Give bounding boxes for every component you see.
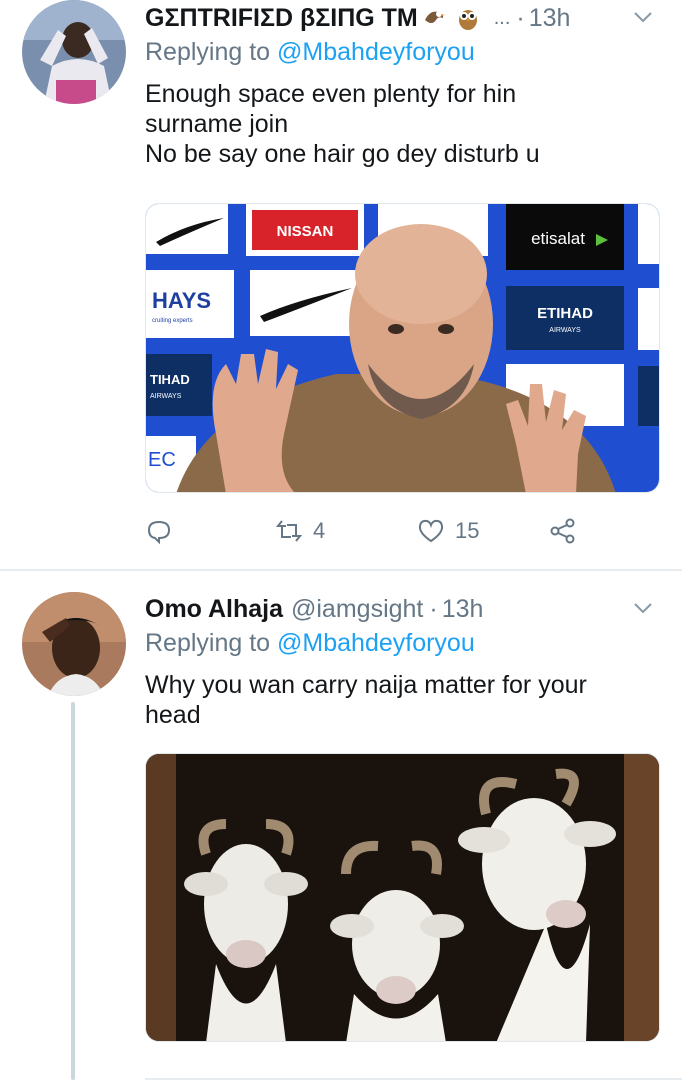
retweet-icon	[275, 520, 303, 542]
chevron-down-icon[interactable]	[632, 6, 654, 28]
svg-text:AIRWAYS: AIRWAYS	[549, 327, 581, 334]
retweet-button[interactable]: 4	[275, 513, 325, 549]
svg-text:EC: EC	[148, 449, 176, 471]
svg-text:HAYS: HAYS	[152, 288, 211, 313]
replying-to: Replying to @Mbahdeyforyou	[145, 627, 660, 659]
timestamp[interactable]: 13h	[442, 595, 484, 624]
timestamp[interactable]: 13h	[529, 4, 571, 33]
tweet-header: GΣΠTRIFIΣD βΣIΠG TM ... · 13h	[145, 0, 660, 36]
like-count: 15	[455, 518, 480, 543]
overflow-ellipsis: ...	[493, 6, 511, 29]
share-icon	[550, 518, 575, 544]
svg-text:cruiting experts: cruiting experts	[152, 318, 193, 324]
svg-text:ETIHAD: ETIHAD	[537, 305, 593, 322]
avatar[interactable]	[22, 0, 126, 104]
separator-dot: ·	[516, 3, 525, 32]
retweet-count: 4	[313, 518, 326, 543]
like-button[interactable]: 15	[417, 513, 479, 549]
display-name[interactable]: GΣΠTRIFIΣD βΣIΠG TM	[145, 4, 418, 33]
tweet-text: Enough space even plenty for hin surname…	[145, 80, 540, 168]
separator-dot: ·	[429, 594, 438, 623]
tweet[interactable]: Omo Alhaja @iamgsight · 13h Replying to …	[0, 571, 682, 1080]
tweet-header: Omo Alhaja @iamgsight · 13h	[145, 591, 660, 627]
chevron-down-icon[interactable]	[632, 597, 654, 619]
reply-button[interactable]	[145, 513, 183, 549]
replying-to: Replying to @Mbahdeyforyou	[145, 36, 660, 68]
thread-line	[71, 702, 75, 1080]
replying-to-label: Replying to	[145, 629, 278, 657]
replying-to-label: Replying to	[145, 38, 278, 66]
user-handle[interactable]: @iamgsight	[291, 595, 423, 624]
svg-text:AIRWAYS: AIRWAYS	[150, 393, 182, 400]
mention-link[interactable]: @Mbahdeyforyou	[277, 629, 475, 657]
press-conference-photo[interactable]: NISSAN etisalat HAYS cruiting experts ET…	[145, 203, 660, 493]
three-goats-photo[interactable]	[145, 753, 660, 1042]
eagle-emoji	[422, 6, 446, 30]
reply-icon	[147, 520, 171, 545]
svg-text:etisalat: etisalat	[531, 229, 585, 248]
mention-link[interactable]: @Mbahdeyforyou	[277, 38, 475, 66]
heart-icon	[418, 519, 444, 543]
tweet[interactable]: GΣΠTRIFIΣD βΣIΠG TM ... · 13h Replying t…	[0, 0, 682, 570]
share-button[interactable]	[549, 513, 577, 549]
svg-text:TIHAD: TIHAD	[150, 372, 190, 387]
display-name[interactable]: Omo Alhaja	[145, 595, 283, 624]
avatar[interactable]	[22, 592, 126, 696]
svg-text:NISSAN: NISSAN	[277, 223, 334, 240]
tweet-text: Why you wan carry naija matter for your …	[145, 671, 587, 729]
owl-emoji	[456, 6, 480, 30]
tweet-actions: 4 15	[145, 513, 585, 549]
